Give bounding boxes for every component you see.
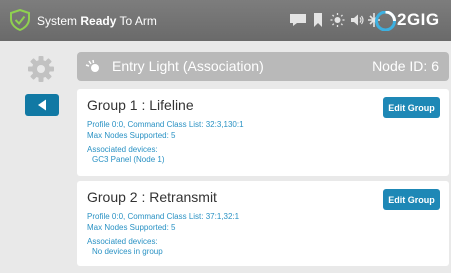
edit-group-button[interactable]: Edit Group: [383, 189, 440, 210]
associated-devices-label: Associated devices:: [87, 237, 158, 246]
group-title: Group 2 : Retransmit: [87, 189, 217, 205]
group-title: Group 1 : Lifeline: [87, 97, 194, 113]
group-max-nodes: Max Nodes Supported: 5: [87, 131, 176, 140]
associated-device: GC3 Panel (Node 1): [92, 155, 165, 164]
system-status: System Ready To Arm: [37, 13, 157, 29]
message-icon[interactable]: [289, 13, 307, 27]
group-profile: Profile 0:0, Command Class List: 32:3,13…: [87, 120, 244, 129]
light-device-icon: [85, 59, 99, 72]
group-divider: [77, 177, 449, 180]
status-prefix: System: [37, 14, 78, 28]
group-max-nodes: Max Nodes Supported: 5: [87, 223, 176, 232]
status-bar: System Ready To Arm 2GIG: [0, 0, 451, 41]
brand-name: 2GIG: [397, 10, 440, 29]
group-card-2: Group 2 : Retransmit Edit Group Profile …: [77, 181, 449, 266]
device-title: Entry Light (Association): [112, 58, 264, 74]
brightness-icon[interactable]: [330, 13, 345, 27]
edit-group-button[interactable]: Edit Group: [383, 97, 440, 118]
associated-devices-label: Associated devices:: [87, 145, 158, 154]
group-card-1: Group 1 : Lifeline Edit Group Profile 0:…: [77, 89, 449, 176]
status-ready: Ready: [80, 14, 117, 28]
2gig-logo-icon: [375, 11, 396, 31]
shield-check-icon: [10, 9, 30, 31]
group-profile: Profile 0:0, Command Class List: 37:1,32…: [87, 212, 240, 221]
node-id: Node ID: 6: [372, 58, 439, 74]
status-suffix: To Arm: [119, 14, 157, 28]
back-button[interactable]: [25, 94, 59, 116]
bookmark-icon[interactable]: [313, 13, 323, 27]
gear-icon[interactable]: [26, 54, 56, 84]
associated-device: No devices in group: [92, 247, 163, 256]
device-header: Entry Light (Association) Node ID: 6: [77, 52, 449, 81]
volume-icon[interactable]: [350, 13, 365, 27]
back-arrow-icon: [38, 99, 46, 111]
